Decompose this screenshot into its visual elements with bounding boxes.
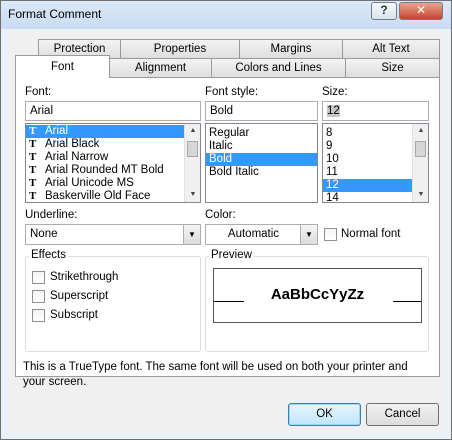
font-input[interactable]: Arial bbox=[25, 101, 201, 121]
format-comment-dialog: Format Comment ? ✕ Protection Properties… bbox=[0, 0, 452, 440]
list-item-label: 10 bbox=[326, 153, 339, 165]
ok-button[interactable]: OK bbox=[288, 403, 361, 426]
superscript-checkbox[interactable] bbox=[32, 290, 45, 303]
tab-label: Margins bbox=[270, 43, 312, 55]
font-label: Font: bbox=[25, 86, 52, 98]
list-item-label: 9 bbox=[326, 140, 333, 152]
list-item[interactable]: Bold Italic bbox=[206, 166, 317, 179]
preview-baseline-right bbox=[393, 301, 421, 302]
help-button[interactable]: ? bbox=[371, 2, 397, 20]
list-item-label: 14 bbox=[326, 192, 339, 203]
tab-label: Protection bbox=[53, 43, 106, 55]
font-list-scrollbar[interactable]: ▲ ▼ bbox=[184, 124, 200, 202]
subscript-label: Subscript bbox=[50, 309, 98, 321]
strikethrough-checkbox[interactable] bbox=[32, 271, 45, 284]
tab-label: Alignment bbox=[134, 62, 187, 74]
list-item-label: Arial bbox=[45, 125, 69, 137]
color-value: Automatic bbox=[227, 228, 280, 240]
font-style-label: Font style: bbox=[205, 86, 259, 98]
size-input[interactable]: 12 bbox=[322, 101, 429, 121]
list-item-label: Arial Rounded MT Bold bbox=[45, 164, 164, 176]
tab-label: Alt Text bbox=[372, 43, 410, 55]
underline-select[interactable]: None ▼ bbox=[25, 224, 201, 245]
list-item[interactable]: T Arial Black bbox=[26, 138, 200, 151]
strikethrough-label: Strikethrough bbox=[50, 271, 119, 283]
size-list-scrollbar[interactable]: ▲ ▼ bbox=[412, 124, 428, 202]
list-item[interactable]: Bold bbox=[206, 153, 317, 166]
help-icon: ? bbox=[380, 3, 388, 17]
scroll-down-icon[interactable]: ▼ bbox=[185, 188, 200, 202]
scroll-up-icon[interactable]: ▲ bbox=[185, 124, 200, 138]
list-item[interactable]: T Arial Rounded MT Bold bbox=[26, 164, 200, 177]
list-item[interactable]: T Arial Unicode MS bbox=[26, 177, 200, 190]
chevron-down-icon[interactable]: ▼ bbox=[300, 225, 317, 244]
truetype-icon: T bbox=[29, 138, 37, 150]
truetype-icon: T bbox=[29, 164, 37, 176]
size-input-value: 12 bbox=[327, 105, 340, 117]
list-item-label: Regular bbox=[209, 127, 250, 139]
color-select[interactable]: Automatic ▼ bbox=[205, 224, 318, 245]
list-item-label: Arial Unicode MS bbox=[45, 177, 134, 189]
underline-value: None bbox=[30, 228, 58, 240]
close-button[interactable]: ✕ bbox=[399, 2, 443, 20]
list-item-label: Arial Narrow bbox=[45, 151, 109, 163]
tab-font[interactable]: Font bbox=[15, 55, 110, 78]
list-item-label: Baskerville Old Face bbox=[45, 190, 151, 202]
list-item-label: Italic bbox=[209, 140, 233, 152]
subscript-checkbox[interactable] bbox=[32, 309, 45, 322]
preview-title: Preview bbox=[209, 249, 254, 261]
font-style-list[interactable]: Regular Italic Bold Bold Italic bbox=[205, 123, 318, 203]
list-item-label: 8 bbox=[326, 127, 333, 139]
list-item[interactable]: T Arial Narrow bbox=[26, 151, 200, 164]
list-item-label: 12 bbox=[326, 179, 339, 191]
truetype-icon: T bbox=[29, 177, 37, 189]
preview-sample: AaBbCcYyZz bbox=[270, 286, 365, 303]
chevron-down-icon[interactable]: ▼ bbox=[183, 225, 200, 244]
list-item[interactable]: T Arial bbox=[26, 125, 200, 138]
tab-label: Font bbox=[50, 61, 74, 73]
tab-margins[interactable]: Margins bbox=[239, 39, 343, 58]
dialog-body: Protection Properties Margins Alt Text F… bbox=[8, 30, 446, 433]
normal-font-checkbox[interactable] bbox=[324, 228, 337, 241]
font-list[interactable]: T Arial T Arial Black T Arial Narrow T Arial Ro… bbox=[25, 123, 201, 203]
tab-alt-text[interactable]: Alt Text bbox=[342, 39, 440, 58]
size-label: Size: bbox=[322, 86, 348, 98]
title-bar[interactable]: Format Comment ? ✕ bbox=[1, 1, 451, 29]
list-item[interactable]: Italic bbox=[206, 140, 317, 153]
normal-font-label: Normal font bbox=[341, 228, 401, 240]
tab-properties[interactable]: Properties bbox=[120, 39, 240, 58]
tab-label: Properties bbox=[153, 43, 207, 55]
superscript-label: Superscript bbox=[50, 290, 109, 302]
truetype-icon: T bbox=[29, 125, 37, 137]
tab-size[interactable]: Size bbox=[345, 58, 440, 77]
list-item[interactable]: Regular bbox=[206, 127, 317, 140]
tab-alignment[interactable]: Alignment bbox=[109, 58, 212, 77]
truetype-icon: T bbox=[29, 151, 37, 163]
cancel-button[interactable]: Cancel bbox=[366, 403, 439, 426]
color-label: Color: bbox=[205, 209, 236, 221]
scroll-thumb[interactable] bbox=[415, 141, 426, 157]
truetype-icon: T bbox=[29, 190, 37, 202]
list-item-label: Arial Black bbox=[45, 138, 100, 150]
font-tab-panel: Font: Arial T Arial T Arial Black T Arial Nar… bbox=[15, 77, 440, 377]
underline-label: Underline: bbox=[25, 209, 78, 221]
scroll-down-icon[interactable]: ▼ bbox=[413, 188, 428, 202]
tab-colors-and-lines[interactable]: Colors and Lines bbox=[211, 58, 346, 77]
tab-label: Size bbox=[381, 62, 404, 74]
scroll-up-icon[interactable]: ▲ bbox=[413, 124, 428, 138]
size-list[interactable]: 8 9 10 11 12 14 ▲ ▼ bbox=[322, 123, 429, 203]
list-item[interactable]: T Baskerville Old Face bbox=[26, 190, 200, 202]
dialog-title: Format Comment bbox=[8, 7, 102, 21]
scroll-thumb[interactable] bbox=[187, 141, 198, 157]
list-item-label: Bold Italic bbox=[209, 166, 259, 178]
list-item-label: Bold bbox=[209, 153, 233, 165]
font-style-input[interactable]: Bold bbox=[205, 101, 318, 121]
preview-area: AaBbCcYyZz bbox=[213, 268, 422, 323]
list-item-label: 11 bbox=[326, 166, 338, 178]
tab-label: Colors and Lines bbox=[235, 62, 322, 74]
font-info-text: This is a TrueType font. The same font w… bbox=[23, 361, 408, 388]
close-icon: ✕ bbox=[415, 3, 427, 17]
effects-title: Effects bbox=[29, 249, 68, 261]
